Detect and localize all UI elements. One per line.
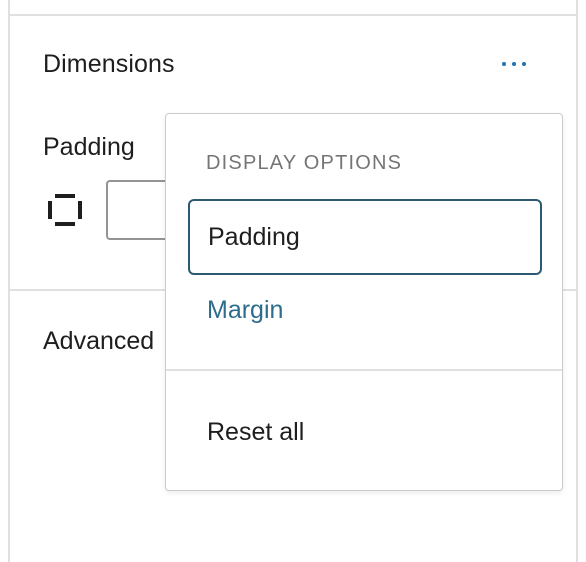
reset-all-button[interactable]: Reset all — [188, 394, 542, 470]
menu-group-heading: Display options — [206, 152, 403, 174]
inspector-panel: Dimensions Padding Advanced Display opti… — [0, 0, 586, 562]
menu-divider — [166, 369, 562, 371]
padding-label: Padding — [43, 133, 135, 161]
menu-item-padding[interactable]: Padding — [188, 199, 542, 275]
panel-title: Dimensions — [43, 50, 175, 78]
ellipsis-dot — [522, 62, 526, 66]
advanced-section-toggle[interactable]: Advanced — [43, 327, 154, 356]
ellipsis-dot — [512, 62, 516, 66]
ellipsis-icon[interactable] — [492, 46, 536, 82]
section-divider — [10, 14, 576, 16]
ellipsis-dot — [502, 62, 506, 66]
panel-left-border — [8, 0, 10, 562]
panel-right-border — [576, 0, 578, 562]
box-sides-icon[interactable] — [48, 194, 82, 226]
menu-item-margin[interactable]: Margin — [188, 272, 542, 348]
display-options-dropdown: Display options Padding Margin Reset all — [165, 113, 563, 491]
